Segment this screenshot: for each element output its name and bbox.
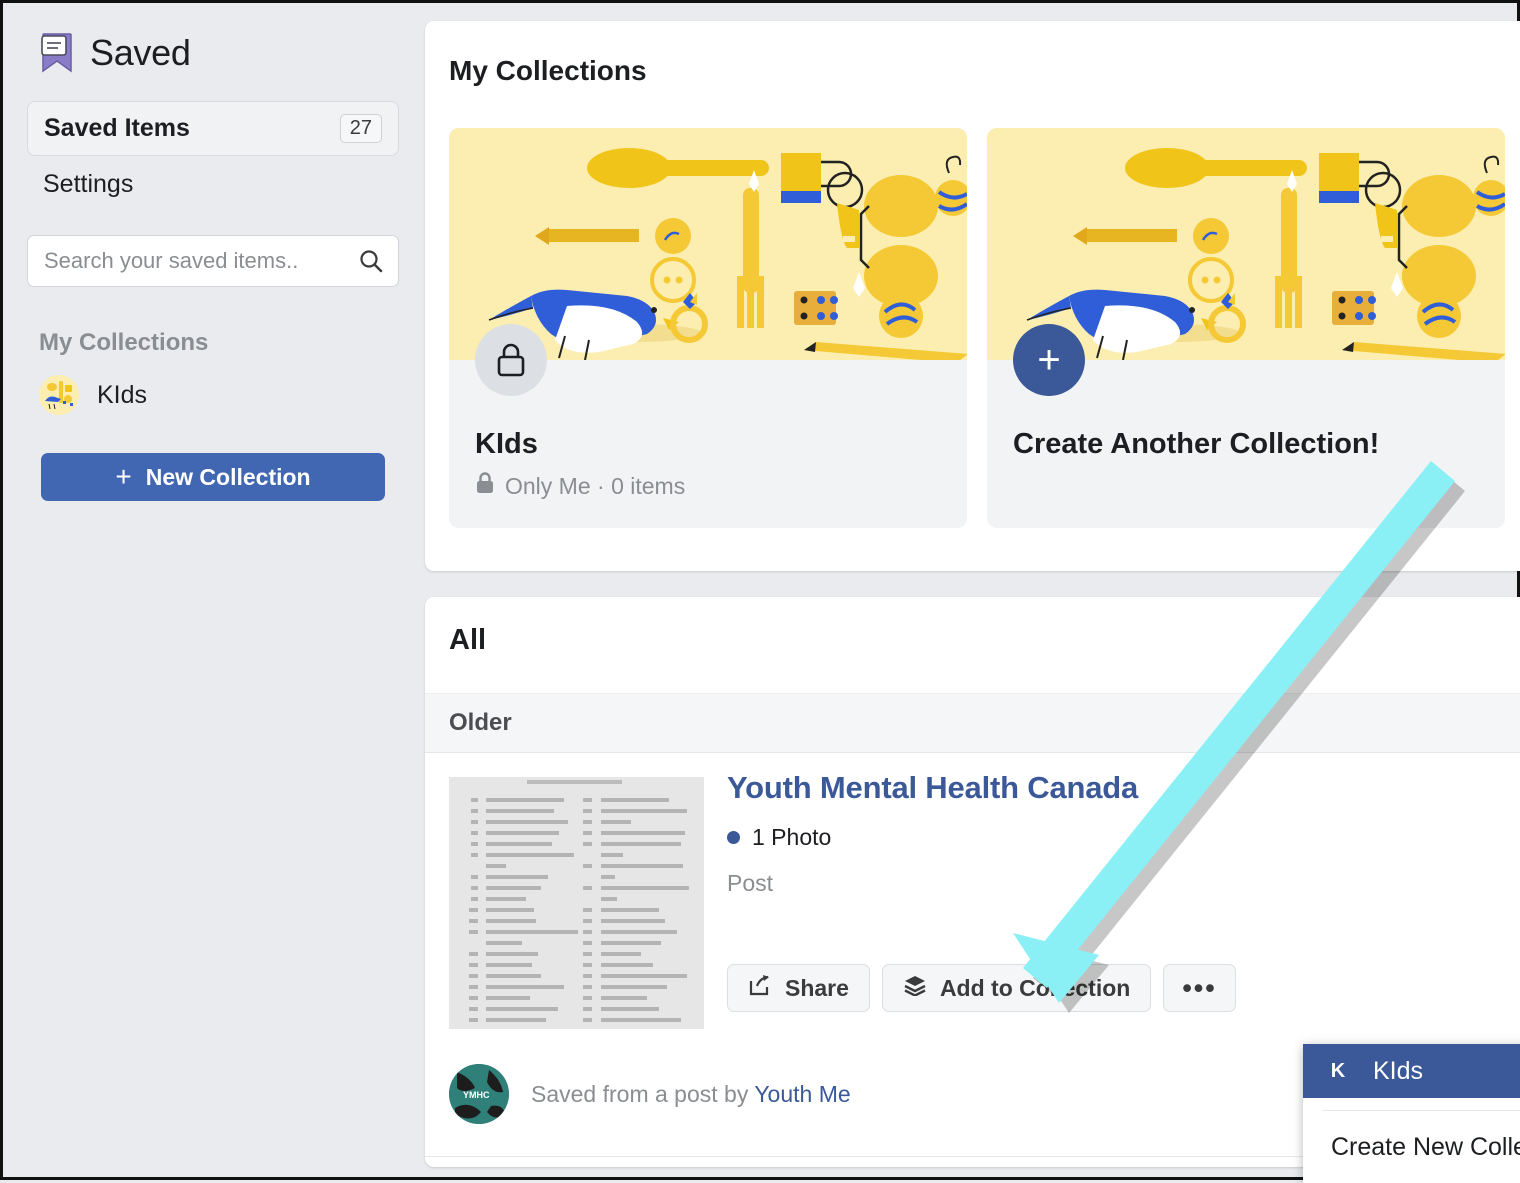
collection-cover-illustration xyxy=(449,128,967,360)
collection-card-kids[interactable]: KIds Only Me · 0 items xyxy=(449,128,967,528)
sidebar: Saved Saved Items 27 Settings Search you… xyxy=(3,3,423,1177)
main-content: My Collections KIds Only Me · 0 items + … xyxy=(425,3,1520,1183)
share-button[interactable]: Share xyxy=(727,964,870,1012)
app-header: Saved xyxy=(3,3,423,75)
saved-from-row: YMHC Saved from a post by Youth Me xyxy=(449,1064,851,1124)
bookmark-icon xyxy=(38,31,76,75)
collection-cover-illustration xyxy=(987,128,1505,360)
collection-initial-avatar: K xyxy=(1330,1059,1346,1082)
sidebar-nav: Saved Items 27 Settings xyxy=(27,101,399,209)
sidebar-collection-kids[interactable]: KIds xyxy=(39,375,423,415)
item-title-link[interactable]: Youth Mental Health Canada xyxy=(727,770,1138,806)
collection-card-body: + Create Another Collection! xyxy=(987,324,1505,528)
avatar[interactable]: YMHC xyxy=(449,1064,509,1124)
collection-card-title: KIds xyxy=(475,428,538,460)
sidebar-item-label: Settings xyxy=(43,170,134,198)
saved-from-text: Saved from a post by Youth Me xyxy=(531,1081,851,1108)
sidebar-item-label: Saved Items xyxy=(44,114,190,142)
share-icon xyxy=(748,974,772,1002)
group-label: Older xyxy=(449,709,512,736)
layers-icon xyxy=(903,974,927,1002)
collection-card-meta: Only Me · 0 items xyxy=(475,472,685,501)
lock-small-icon xyxy=(475,472,495,501)
group-header-older: Older xyxy=(425,693,1520,753)
plus-icon: + xyxy=(115,461,132,492)
item-thumbnail[interactable] xyxy=(449,777,704,1029)
search-icon[interactable] xyxy=(358,248,384,274)
share-label: Share xyxy=(785,974,849,1001)
collection-card-create-another[interactable]: + Create Another Collection! xyxy=(987,128,1505,528)
my-collections-title: My Collections xyxy=(449,55,647,86)
sidebar-item-saved-items[interactable]: Saved Items 27 xyxy=(27,101,399,156)
add-to-collection-dropdown: K KIds Create New Collection xyxy=(1303,1044,1520,1183)
more-options-icon: ••• xyxy=(1182,972,1217,1003)
new-collection-button[interactable]: + New Collection xyxy=(41,453,385,501)
svg-text:YMHC: YMHC xyxy=(463,1090,490,1100)
dropdown-item-kids[interactable]: K KIds xyxy=(1303,1044,1520,1098)
collections-grid: KIds Only Me · 0 items + Create Another … xyxy=(449,128,1505,528)
saved-from-prefix: Saved from a post by xyxy=(531,1080,755,1107)
app-window: Saved Saved Items 27 Settings Search you… xyxy=(0,0,1520,1183)
item-actions: Share Add to Collection ••• xyxy=(727,964,1236,1012)
bullet-dot-icon xyxy=(727,831,740,844)
add-to-collection-label: Add to Collection xyxy=(939,974,1131,1001)
my-collections-panel: My Collections KIds Only Me · 0 items + … xyxy=(425,21,1520,571)
add-to-collection-button[interactable]: Add to Collection xyxy=(881,964,1152,1012)
new-collection-label: New Collection xyxy=(145,463,311,490)
dropdown-item-label: KIds xyxy=(1373,1056,1424,1085)
search-container xyxy=(27,235,399,287)
collection-privacy-text: Only Me · 0 items xyxy=(505,473,686,499)
sidebar-collection-label: KIds xyxy=(97,380,148,409)
dropdown-item-create-new-collection[interactable]: Create New Collection xyxy=(1303,1111,1520,1162)
item-kind-label: Post xyxy=(727,870,774,896)
collection-card-title: Create Another Collection! xyxy=(1013,428,1380,460)
lock-icon xyxy=(475,324,547,396)
item-photo-count: 1 Photo xyxy=(727,824,831,851)
search-input[interactable] xyxy=(42,247,358,275)
sidebar-item-settings[interactable]: Settings xyxy=(27,160,399,209)
all-title: All xyxy=(449,624,487,656)
collection-card-body: KIds Only Me · 0 items xyxy=(449,324,967,528)
sidebar-collections-heading: My Collections xyxy=(39,329,209,356)
plus-icon[interactable]: + xyxy=(1013,324,1085,396)
item-photo-count-label: 1 Photo xyxy=(752,824,832,850)
page-title: Saved xyxy=(90,32,191,73)
saved-from-author-link[interactable]: Youth Me xyxy=(754,1081,850,1107)
saved-items-count-badge: 27 xyxy=(339,114,382,143)
more-options-button[interactable]: ••• xyxy=(1163,964,1236,1012)
collection-thumb-icon xyxy=(39,375,79,415)
search-box[interactable] xyxy=(27,235,399,287)
